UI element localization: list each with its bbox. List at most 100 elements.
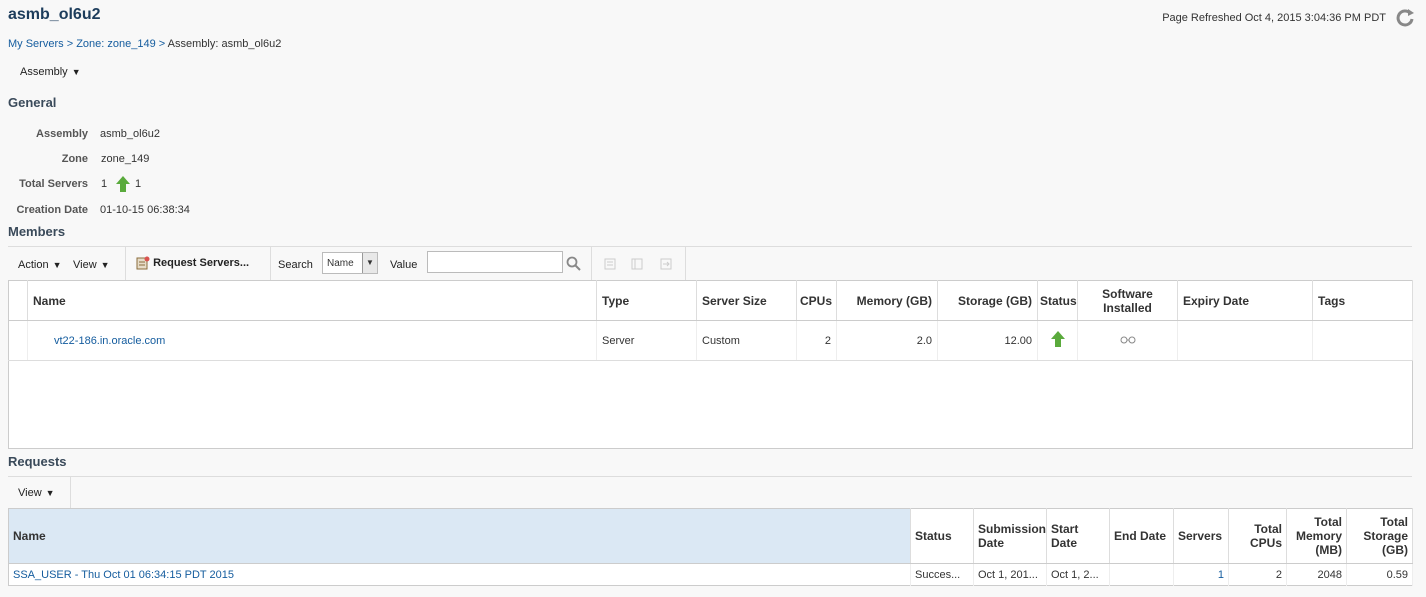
view-menu[interactable]: View ▼ — [73, 259, 110, 271]
search-icon[interactable] — [566, 256, 582, 272]
breadcrumb-separator: > — [158, 38, 166, 50]
row-selector-header — [8, 280, 28, 321]
value-input[interactable] — [427, 251, 563, 273]
request-servers-button[interactable]: Request Servers... — [136, 256, 249, 270]
dropdown-arrow-icon: ▼ — [362, 253, 377, 273]
col-type[interactable]: Type — [596, 280, 697, 321]
col-cpus[interactable]: CPUs — [796, 280, 837, 321]
request-name-cell[interactable]: SSA_USER - Thu Oct 01 06:34:15 PDT 2015 — [8, 563, 911, 586]
col-name[interactable]: Name — [27, 280, 597, 321]
request-start-date: Oct 1, 2... — [1046, 563, 1110, 586]
request-servers-icon — [136, 256, 150, 270]
assembly-menu-button[interactable]: Assembly ▼ — [20, 66, 81, 78]
col-expiry-date[interactable]: Expiry Date — [1177, 280, 1313, 321]
request-submission-date: Oct 1, 201... — [973, 563, 1047, 586]
request-servers-link[interactable]: 1 — [1218, 569, 1224, 581]
req-col-servers[interactable]: Servers — [1173, 508, 1229, 564]
request-total-cpus: 2 — [1228, 563, 1287, 586]
page-refreshed-value: Oct 4, 2015 3:04:36 PM PDT — [1244, 12, 1386, 24]
table-row[interactable]: vt22-186.in.oracle.com Server Custom 2 2… — [8, 320, 1413, 361]
col-storage[interactable]: Storage (GB) — [937, 280, 1038, 321]
req-col-name[interactable]: Name — [8, 508, 911, 564]
requests-table: Name Status Submission Date Start Date E… — [8, 508, 1413, 586]
total-servers-value: 1 — [101, 178, 108, 190]
caret-down-icon: ▼ — [45, 488, 55, 498]
members-heading: Members — [8, 224, 66, 239]
row-selector[interactable] — [8, 320, 28, 361]
members-table: Name Type Server Size CPUs Memory (GB) S… — [8, 280, 1413, 449]
col-status[interactable]: Status — [1037, 280, 1078, 321]
member-type: Server — [596, 320, 697, 361]
total-servers-label: Total Servers — [19, 178, 88, 190]
req-col-submission-date[interactable]: Submission Date — [973, 508, 1047, 564]
creation-date-value: 01-10-15 06:38:34 — [100, 204, 190, 216]
member-storage: 12.00 — [937, 320, 1038, 361]
breadcrumb-my-servers[interactable]: My Servers — [8, 38, 64, 50]
status-up-icon — [116, 176, 130, 192]
req-col-start-date[interactable]: Start Date — [1046, 508, 1110, 564]
requests-view-menu[interactable]: View ▼ — [18, 487, 55, 499]
col-software-installed[interactable]: Software Installed — [1077, 280, 1178, 321]
member-status — [1037, 320, 1078, 361]
req-col-status[interactable]: Status — [910, 508, 974, 564]
req-col-total-cpus[interactable]: Total CPUs — [1228, 508, 1287, 564]
page-refreshed-label: Page Refreshed — [1162, 12, 1242, 24]
request-name-link[interactable]: SSA_USER - Thu Oct 01 06:34:15 PDT 2015 — [13, 569, 234, 581]
req-col-end-date[interactable]: End Date — [1109, 508, 1174, 564]
breadcrumb-zone[interactable]: Zone: zone_149 — [76, 38, 156, 50]
detach-icon[interactable] — [603, 257, 617, 271]
wrap-icon[interactable] — [659, 257, 673, 271]
request-end-date — [1109, 563, 1174, 586]
member-name-link[interactable]: vt22-186.in.oracle.com — [27, 320, 597, 361]
status-up-icon — [1050, 331, 1065, 347]
requests-toolbar: View ▼ — [8, 476, 1412, 509]
requests-heading: Requests — [8, 454, 67, 469]
member-expiry — [1177, 320, 1313, 361]
view-label: View — [73, 259, 97, 271]
search-label: Search — [278, 259, 313, 271]
action-menu[interactable]: Action ▼ — [18, 259, 62, 271]
req-col-total-storage[interactable]: Total Storage (GB) — [1346, 508, 1413, 564]
value-label: Value — [390, 259, 418, 271]
col-memory[interactable]: Memory (GB) — [836, 280, 938, 321]
creation-date-label: Creation Date — [16, 204, 88, 216]
members-toolbar: Action ▼ View ▼ Request Servers... Search … — [8, 246, 1412, 281]
member-tags — [1312, 320, 1413, 361]
refresh-icon[interactable] — [1394, 7, 1416, 29]
zone-link[interactable]: zone_149 — [101, 153, 149, 165]
request-servers-label: Request Servers... — [153, 256, 250, 269]
request-total-memory: 2048 — [1286, 563, 1347, 586]
glasses-icon[interactable] — [1120, 336, 1136, 344]
table-row[interactable]: SSA_USER - Thu Oct 01 06:34:15 PDT 2015 … — [8, 563, 1413, 586]
search-field-select[interactable]: Name ▼ — [322, 252, 378, 274]
assembly-label: Assembly — [36, 128, 88, 140]
assembly-value: asmb_ol6u2 — [100, 128, 160, 140]
member-name[interactable]: vt22-186.in.oracle.com — [54, 335, 165, 347]
freeze-icon[interactable] — [630, 257, 644, 271]
request-status: Succes... — [910, 563, 974, 586]
requests-view-label: View — [18, 487, 42, 499]
table-empty-area — [9, 361, 1413, 449]
request-servers[interactable]: 1 — [1173, 563, 1229, 586]
total-servers-up-count: 1 — [135, 178, 142, 190]
col-tags[interactable]: Tags — [1312, 280, 1413, 321]
member-cpus: 2 — [796, 320, 837, 361]
general-heading: General — [8, 95, 57, 110]
assembly-menu-label: Assembly — [20, 66, 68, 78]
action-label: Action — [18, 259, 49, 271]
member-size: Custom — [696, 320, 797, 361]
caret-down-icon: ▼ — [100, 260, 110, 270]
col-server-size[interactable]: Server Size — [696, 280, 797, 321]
page-refreshed: Page Refreshed Oct 4, 2015 3:04:36 PM PD… — [1162, 12, 1386, 24]
page-title: asmb_ol6u2 — [8, 6, 101, 23]
caret-down-icon: ▼ — [71, 67, 81, 77]
breadcrumb: My Servers > Zone: zone_149 > Assembly: … — [8, 38, 281, 50]
request-total-storage: 0.59 — [1346, 563, 1413, 586]
breadcrumb-current: Assembly: asmb_ol6u2 — [167, 38, 282, 50]
req-col-total-memory[interactable]: Total Memory (MB) — [1286, 508, 1347, 564]
member-memory: 2.0 — [836, 320, 938, 361]
zone-label: Zone — [61, 153, 88, 165]
search-field-value: Name — [327, 258, 354, 269]
breadcrumb-separator: > — [66, 38, 74, 50]
member-software[interactable] — [1077, 320, 1178, 361]
